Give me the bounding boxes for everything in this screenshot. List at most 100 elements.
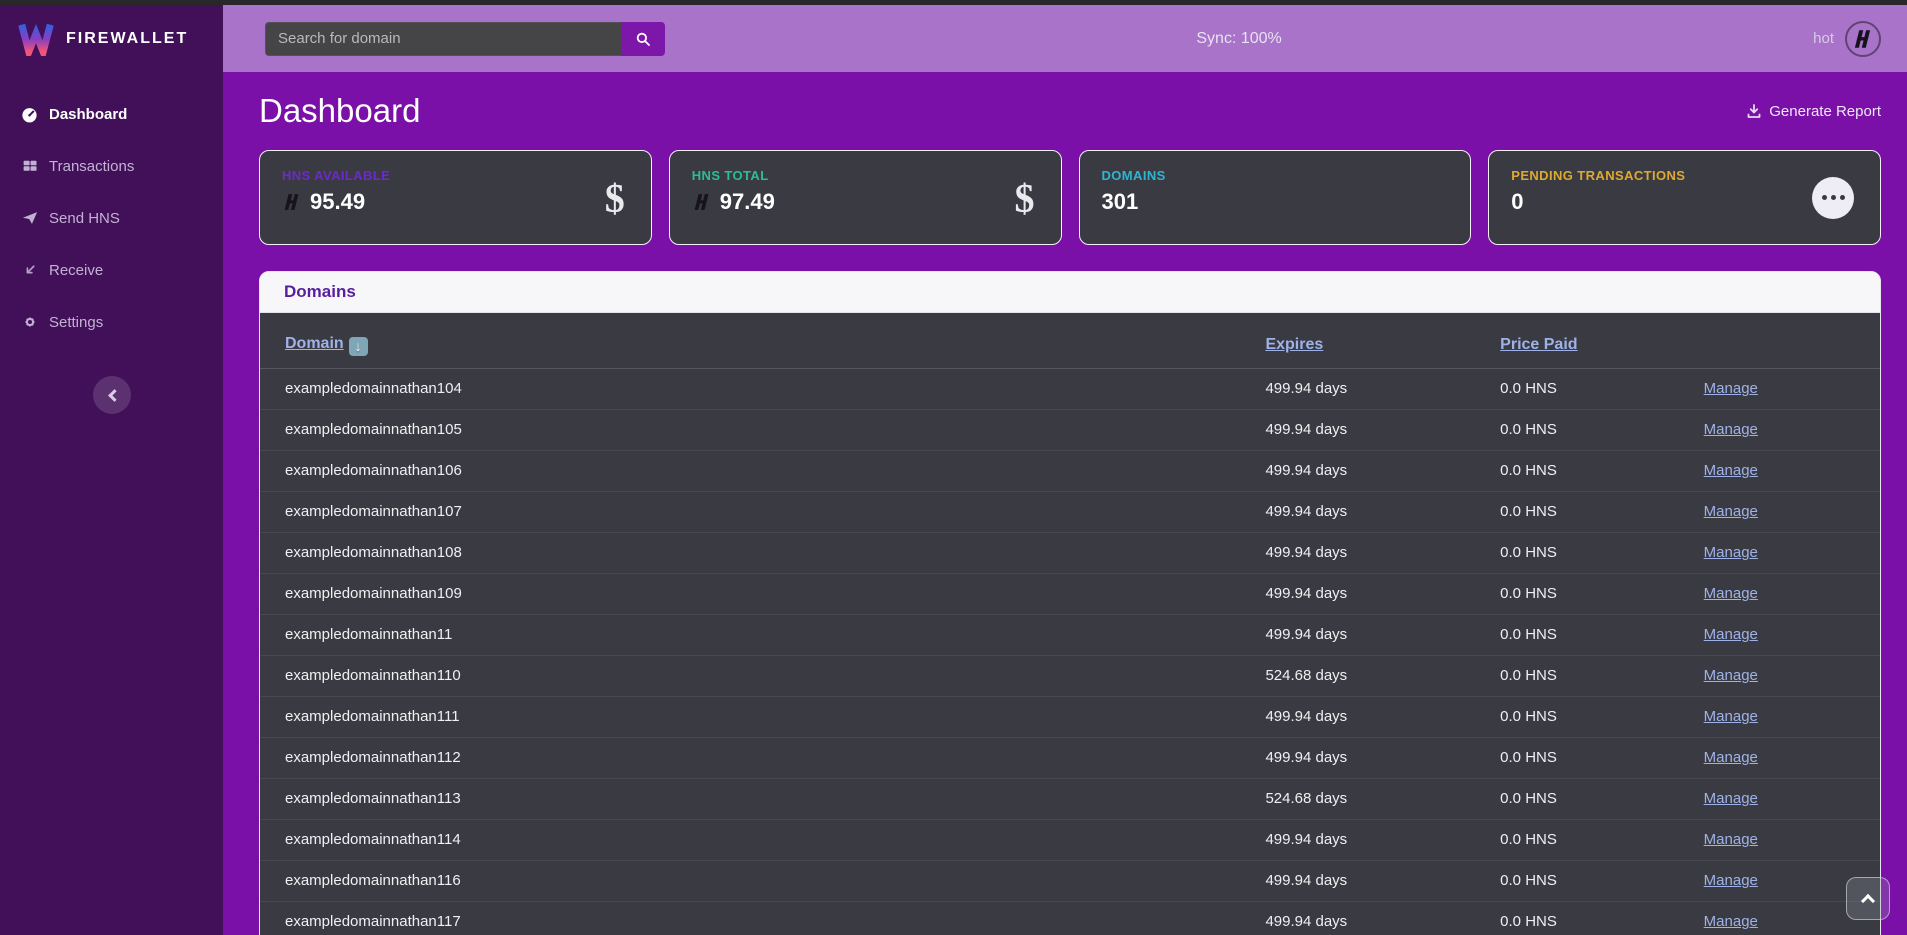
stat-value-row: 97.49 — [692, 189, 1039, 215]
download-icon — [1746, 103, 1762, 119]
domains-table-container: Domain↓ Expires Price Paid exampledomain… — [260, 313, 1880, 935]
domains-table-body: exampledomainnathan104 499.94 days 0.0 H… — [260, 368, 1880, 935]
sidebar-collapse-button[interactable] — [93, 376, 131, 414]
price-cell: 0.0 HNS — [1500, 491, 1704, 532]
stat-value: 97.49 — [720, 189, 775, 215]
domain-cell: exampledomainnathan111 — [260, 696, 1265, 737]
stat-card-domains: DOMAINS 301 — [1079, 150, 1472, 245]
domain-cell: exampledomainnathan104 — [260, 368, 1265, 409]
manage-cell: Manage — [1704, 655, 1880, 696]
chevron-up-icon — [1861, 894, 1875, 908]
wallet-selector[interactable]: hot — [1813, 21, 1881, 57]
expires-cell: 499.94 days — [1265, 614, 1500, 655]
stat-label: HNS AVAILABLE — [282, 168, 629, 183]
price-cell: 0.0 HNS — [1500, 368, 1704, 409]
manage-link[interactable]: Manage — [1704, 913, 1758, 930]
domain-cell: exampledomainnathan112 — [260, 737, 1265, 778]
expires-cell: 499.94 days — [1265, 901, 1500, 935]
expires-cell: 499.94 days — [1265, 409, 1500, 450]
sidebar-item-label: Send HNS — [49, 210, 120, 227]
settings-icon — [20, 313, 39, 332]
expires-cell: 499.94 days — [1265, 696, 1500, 737]
manage-link[interactable]: Manage — [1704, 831, 1758, 848]
dollar-icon: $ — [605, 174, 625, 221]
price-cell: 0.0 HNS — [1500, 450, 1704, 491]
manage-link[interactable]: Manage — [1704, 749, 1758, 766]
table-row: exampledomainnathan111 499.94 days 0.0 H… — [260, 696, 1880, 737]
manage-link[interactable]: Manage — [1704, 626, 1758, 643]
send-icon — [20, 209, 39, 228]
price-cell: 0.0 HNS — [1500, 860, 1704, 901]
sidebar-item-transactions[interactable]: Transactions — [0, 140, 223, 192]
sidebar-item-label: Transactions — [49, 158, 134, 175]
sidebar-item-label: Settings — [49, 314, 103, 331]
stat-value-row: 95.49 — [282, 189, 629, 215]
column-header-price-paid[interactable]: Price Paid — [1500, 313, 1704, 368]
expires-cell: 524.68 days — [1265, 655, 1500, 696]
table-row: exampledomainnathan113 524.68 days 0.0 H… — [260, 778, 1880, 819]
domain-cell: exampledomainnathan113 — [260, 778, 1265, 819]
expires-cell: 499.94 days — [1265, 532, 1500, 573]
chevron-left-icon — [108, 389, 121, 402]
manage-cell: Manage — [1704, 409, 1880, 450]
stat-value: 301 — [1102, 189, 1139, 215]
expires-cell: 499.94 days — [1265, 819, 1500, 860]
search-icon — [634, 30, 652, 48]
price-cell: 0.0 HNS — [1500, 819, 1704, 860]
search-button[interactable] — [621, 22, 665, 56]
stat-card-pending-transactions: PENDING TRANSACTIONS 0 — [1488, 150, 1881, 245]
stat-card-hns-total: HNS TOTAL 97.49 $ — [669, 150, 1062, 245]
manage-link[interactable]: Manage — [1704, 708, 1758, 725]
column-header-domain[interactable]: Domain↓ — [260, 313, 1265, 368]
stat-card-hns-available: HNS AVAILABLE 95.49 $ — [259, 150, 652, 245]
manage-cell: Manage — [1704, 737, 1880, 778]
table-row: exampledomainnathan110 524.68 days 0.0 H… — [260, 655, 1880, 696]
sidebar-item-receive[interactable]: Receive — [0, 244, 223, 296]
column-header-expires[interactable]: Expires — [1265, 313, 1500, 368]
manage-link[interactable]: Manage — [1704, 872, 1758, 889]
table-row: exampledomainnathan112 499.94 days 0.0 H… — [260, 737, 1880, 778]
price-cell: 0.0 HNS — [1500, 655, 1704, 696]
domain-cell: exampledomainnathan109 — [260, 573, 1265, 614]
generate-report-label: Generate Report — [1769, 103, 1881, 120]
domain-search — [265, 22, 665, 56]
dollar-icon: $ — [1015, 174, 1035, 221]
expires-cell: 499.94 days — [1265, 573, 1500, 614]
price-cell: 0.0 HNS — [1500, 532, 1704, 573]
ellipsis-icon[interactable] — [1812, 177, 1854, 219]
price-cell: 0.0 HNS — [1500, 573, 1704, 614]
scroll-to-top-button[interactable] — [1846, 877, 1890, 920]
sidebar-item-label: Dashboard — [49, 106, 127, 123]
manage-link[interactable]: Manage — [1704, 667, 1758, 684]
transactions-icon — [20, 157, 39, 176]
manage-link[interactable]: Manage — [1704, 421, 1758, 438]
sidebar-item-settings[interactable]: Settings — [0, 296, 223, 348]
table-header-row: Domain↓ Expires Price Paid — [260, 313, 1880, 368]
manage-link[interactable]: Manage — [1704, 380, 1758, 397]
domain-cell: exampledomainnathan110 — [260, 655, 1265, 696]
sidebar-item-send-hns[interactable]: Send HNS — [0, 192, 223, 244]
search-input[interactable] — [265, 22, 621, 56]
generate-report-button[interactable]: Generate Report — [1746, 103, 1881, 120]
stat-label: PENDING TRANSACTIONS — [1511, 168, 1858, 183]
manage-link[interactable]: Manage — [1704, 790, 1758, 807]
domain-cell: exampledomainnathan117 — [260, 901, 1265, 935]
price-cell: 0.0 HNS — [1500, 778, 1704, 819]
sidebar-item-dashboard[interactable]: Dashboard — [0, 88, 223, 140]
manage-link[interactable]: Manage — [1704, 462, 1758, 479]
table-row: exampledomainnathan116 499.94 days 0.0 H… — [260, 860, 1880, 901]
manage-cell: Manage — [1704, 778, 1880, 819]
manage-cell: Manage — [1704, 573, 1880, 614]
price-cell: 0.0 HNS — [1500, 901, 1704, 935]
manage-link[interactable]: Manage — [1704, 544, 1758, 561]
price-cell: 0.0 HNS — [1500, 696, 1704, 737]
manage-link[interactable]: Manage — [1704, 503, 1758, 520]
table-row: exampledomainnathan117 499.94 days 0.0 H… — [260, 901, 1880, 935]
brand[interactable]: FIREWALLET — [0, 5, 223, 72]
receive-icon — [20, 261, 39, 280]
expires-cell: 499.94 days — [1265, 450, 1500, 491]
manage-link[interactable]: Manage — [1704, 585, 1758, 602]
manage-cell: Manage — [1704, 696, 1880, 737]
table-row: exampledomainnathan108 499.94 days 0.0 H… — [260, 532, 1880, 573]
manage-cell: Manage — [1704, 368, 1880, 409]
